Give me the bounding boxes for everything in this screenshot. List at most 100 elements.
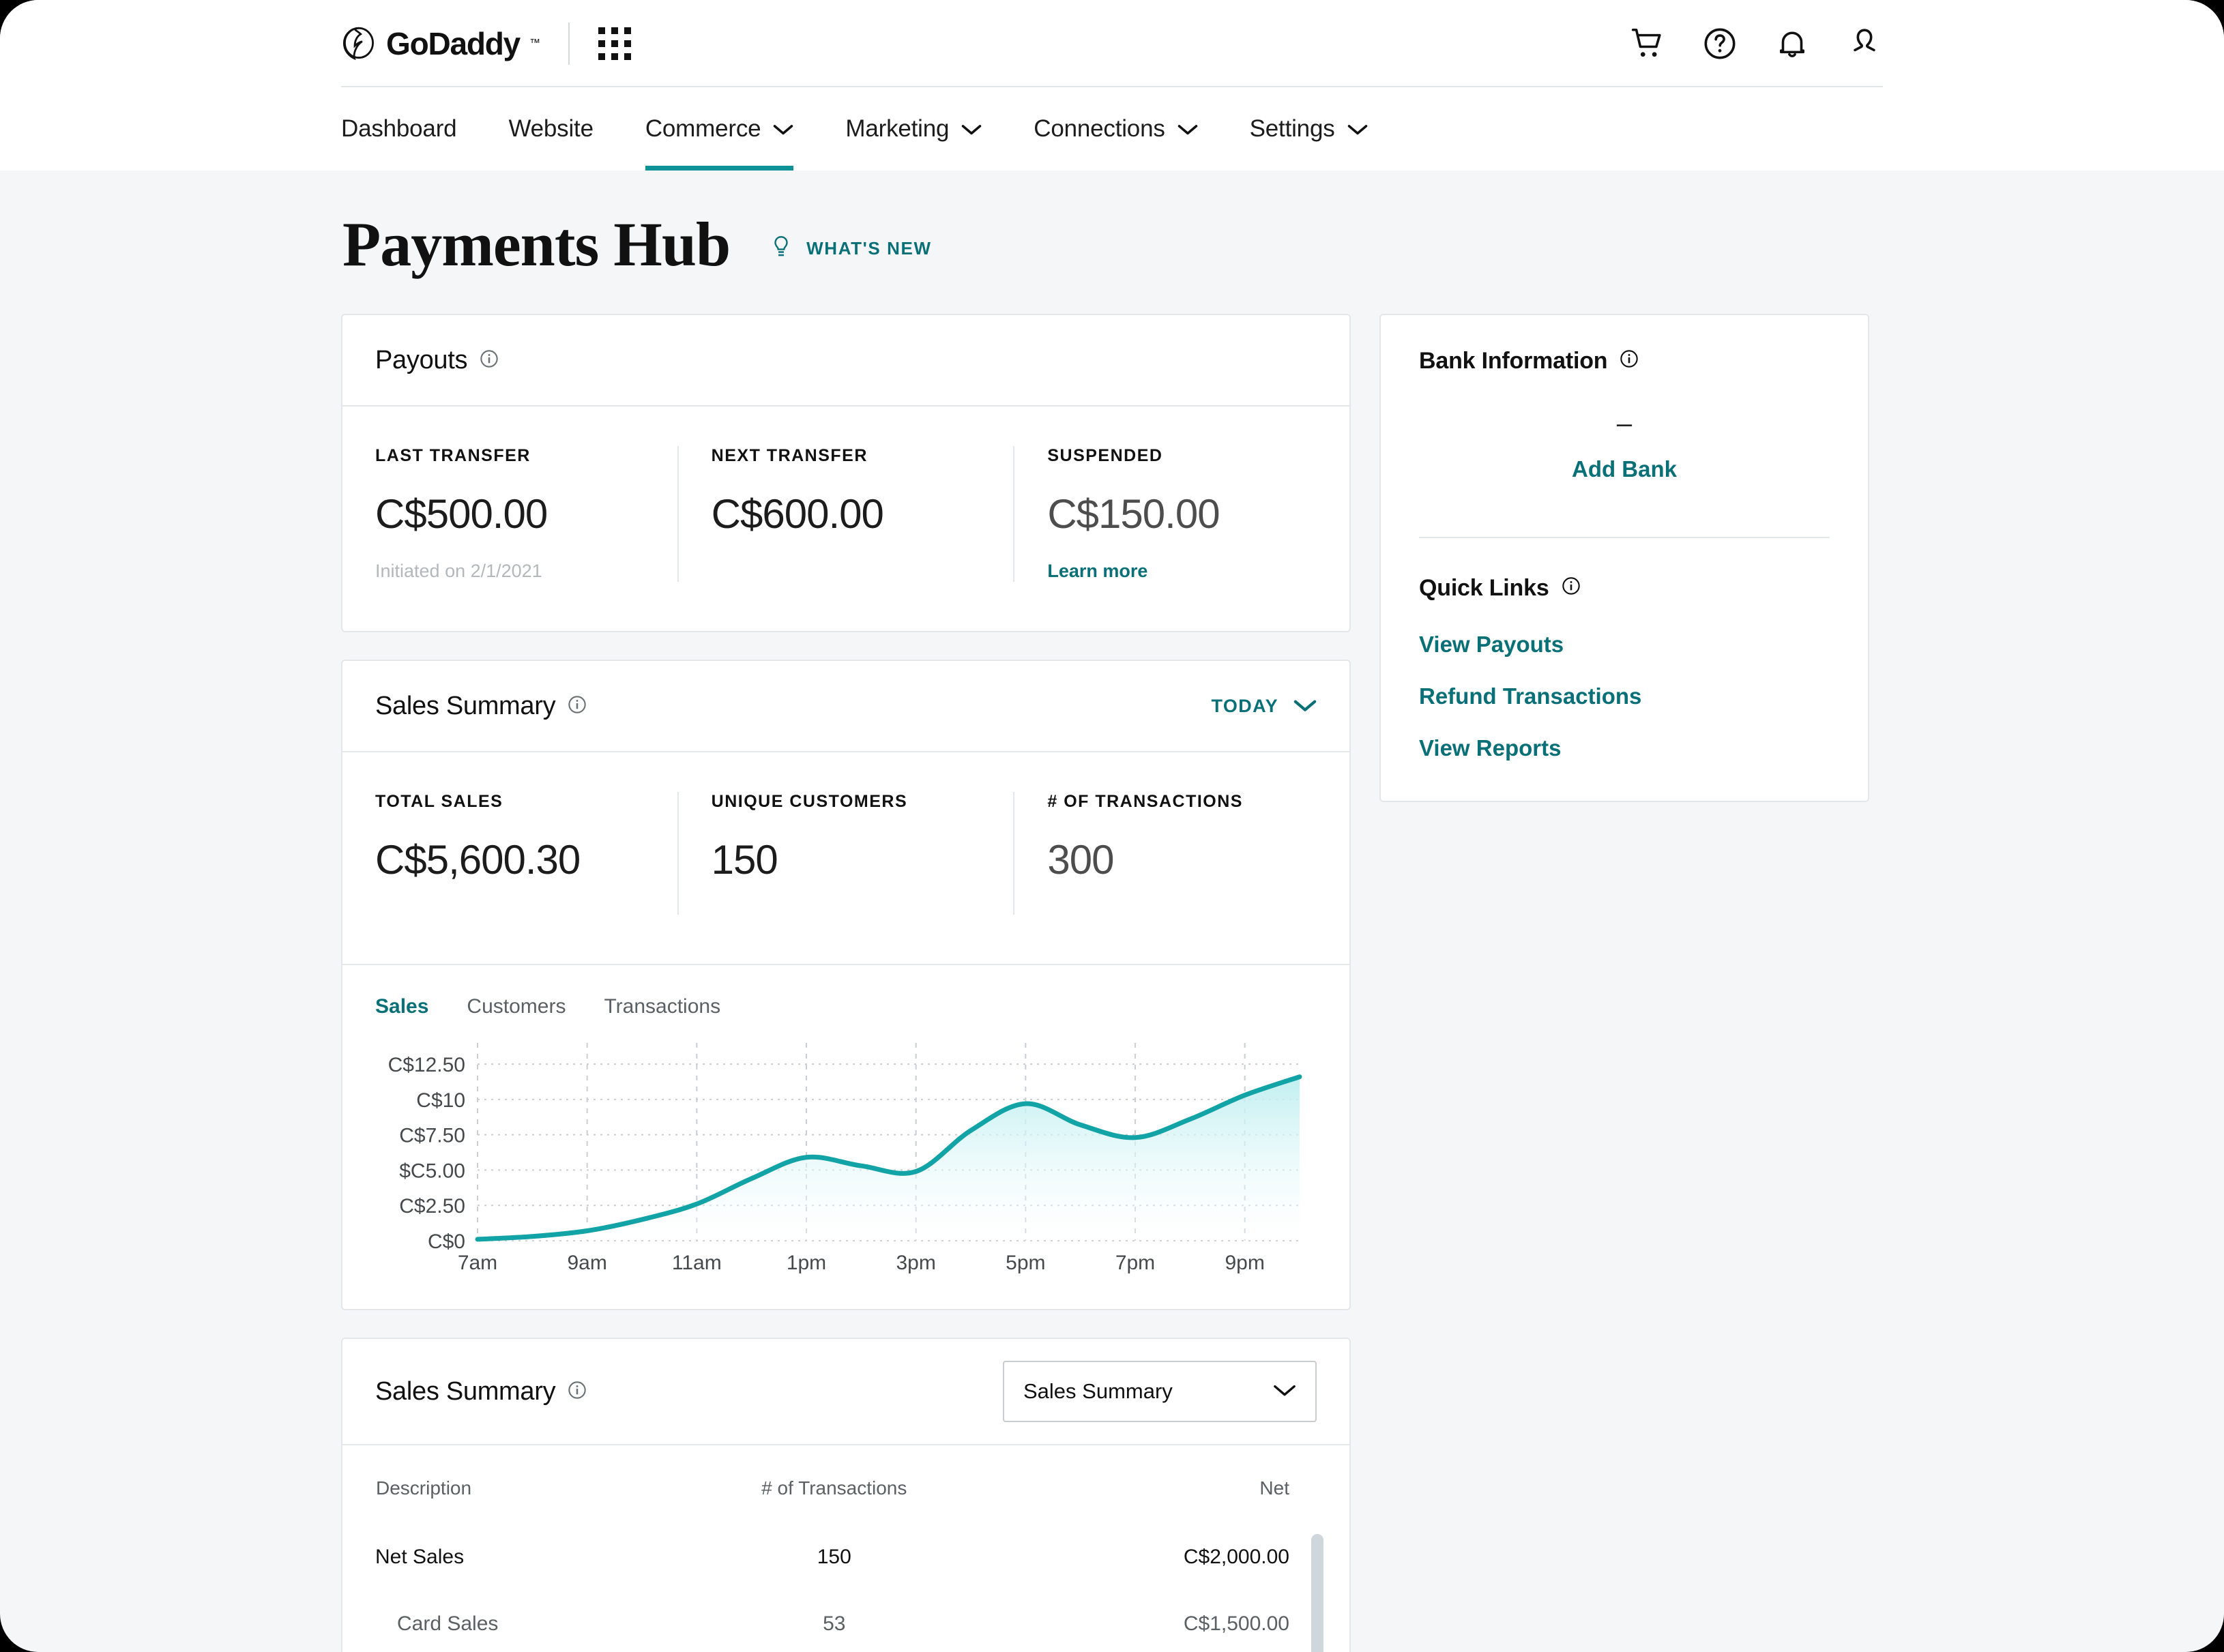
sales-summary-card: Sales Summary TODAY TOTAL SALES C$5,600.…: [341, 660, 1351, 1310]
nav-item-settings[interactable]: Settings: [1250, 87, 1368, 171]
learn-more-link[interactable]: Learn more: [1047, 561, 1317, 582]
bank-info-icon[interactable]: [1620, 348, 1639, 374]
sales-summary-table: Description # of Transactions Net Net Sale…: [375, 1477, 1317, 1652]
x-axis-tick-label: 7am: [458, 1252, 497, 1274]
chart-tab-transactions[interactable]: Transactions: [604, 995, 720, 1018]
bank-empty-state: – Add Bank: [1419, 374, 1830, 533]
help-icon[interactable]: [1701, 25, 1738, 62]
sales-stat: TOTAL SALES C$5,600.30: [342, 792, 677, 915]
stat-value: C$150.00: [1047, 491, 1220, 537]
stat-label: TOTAL SALES: [375, 792, 503, 811]
stat-value: 300: [1047, 837, 1114, 883]
quick-links-title-row: Quick Links: [1419, 575, 1830, 602]
sales-table-info-icon[interactable]: [568, 1381, 587, 1403]
brand-area: GoDaddy ™: [341, 23, 631, 65]
x-axis-tick-label: 5pm: [1006, 1252, 1045, 1274]
cell-transactions: 53: [823, 1612, 846, 1635]
stat-label: SUSPENDED: [1047, 446, 1163, 465]
quick-link-refund-transactions[interactable]: Refund Transactions: [1419, 683, 1830, 709]
nav-item-dashboard[interactable]: Dashboard: [341, 87, 457, 171]
y-axis-tick-label: C$0: [428, 1230, 465, 1253]
table-body: Net Sales 150 C$2,000.00 Card Sales 53 C$1,50…: [375, 1546, 1317, 1652]
stat-value: C$500.00: [375, 491, 548, 537]
stat-subtext: Initiated on 2/1/2021: [375, 561, 542, 581]
sales-stat: UNIQUE CUSTOMERS 150: [677, 792, 1014, 915]
bank-info-card: Bank Information – Add Bank Quick Links …: [1379, 314, 1869, 802]
godaddy-wordmark: GoDaddy: [386, 26, 521, 61]
bank-info-title: Bank Information: [1419, 348, 1608, 374]
sales-summary-table-card: Sales Summary Sales Summary Description …: [341, 1338, 1351, 1652]
chevron-down-icon: [961, 115, 982, 143]
chart-tab-customers[interactable]: Customers: [467, 995, 566, 1018]
chevron-down-icon: [1273, 1379, 1296, 1404]
payouts-card-header: Payouts: [342, 315, 1349, 407]
y-axis-tick-label: C$12.50: [388, 1054, 465, 1076]
payouts-stat: NEXT TRANSFER C$600.00: [677, 446, 1014, 582]
page-title: Payments Hub: [342, 209, 731, 279]
chart-area-fill: [478, 1076, 1300, 1241]
quick-link-view-reports[interactable]: View Reports: [1419, 735, 1830, 761]
quick-links-info-icon[interactable]: [1562, 575, 1581, 602]
x-axis-tick-label: 7pm: [1115, 1252, 1155, 1274]
sales-summary-card-header: Sales Summary TODAY: [342, 661, 1349, 752]
report-type-select[interactable]: Sales Summary: [1003, 1361, 1317, 1422]
sales-table-card-header: Sales Summary Sales Summary: [342, 1339, 1349, 1445]
sales-table-wrap: Description # of Transactions Net Net Sale…: [342, 1445, 1349, 1652]
payouts-card: Payouts LAST TRANSFER C$500.00 Initiated o…: [341, 314, 1351, 632]
y-axis-tick-label: C$7.50: [399, 1125, 465, 1147]
nav-item-label: Connections: [1034, 115, 1165, 142]
add-bank-link[interactable]: Add Bank: [1419, 456, 1830, 482]
y-axis-tick-label: C$2.50: [399, 1195, 465, 1218]
godaddy-heart-mark: [342, 27, 374, 61]
quick-link-view-payouts[interactable]: View Payouts: [1419, 632, 1830, 658]
sales-area-chart[interactable]: C$0 C$2.50 $C5.00 C$7.50 C$10 C$12.50 7am 9am 11…: [375, 1036, 1317, 1282]
payouts-stat: SUSPENDED C$150.00 Learn more: [1013, 446, 1349, 582]
table-col-header: Description: [376, 1477, 472, 1499]
cell-transactions: 150: [817, 1546, 851, 1568]
chart-tab-sales[interactable]: Sales: [375, 995, 428, 1018]
nav-item-label: Settings: [1249, 115, 1335, 142]
table-col-header: # of Transactions: [761, 1477, 907, 1499]
main-nav: Dashboard Website Commerce Marketing Connect…: [0, 87, 2224, 171]
whats-new-button[interactable]: WHAT'S NEW: [770, 235, 931, 262]
sales-summary-title: Sales Summary: [375, 691, 556, 720]
quick-links-title: Quick Links: [1419, 575, 1549, 601]
x-axis-tick-label: 9pm: [1225, 1252, 1264, 1274]
trademark-symbol: ™: [529, 38, 540, 49]
nav-item-marketing[interactable]: Marketing: [845, 87, 982, 171]
y-axis-tick-label: C$10: [416, 1089, 465, 1112]
top-bar: GoDaddy ™: [0, 0, 2224, 87]
nav-item-website[interactable]: Website: [508, 87, 594, 171]
table-row: Net Sales 150 C$2,000.00: [375, 1546, 1317, 1612]
bank-empty-dash: –: [1616, 409, 1633, 439]
nav-item-label: Commerce: [645, 115, 761, 142]
godaddy-logo[interactable]: GoDaddy ™: [341, 26, 540, 61]
app-grid-icon[interactable]: [598, 27, 631, 60]
cart-icon[interactable]: [1629, 25, 1666, 62]
report-type-value: Sales Summary: [1023, 1379, 1173, 1403]
date-range-dropdown[interactable]: TODAY: [1211, 696, 1317, 717]
nav-item-label: Dashboard: [341, 115, 457, 142]
nav-item-commerce[interactable]: Commerce: [645, 87, 794, 171]
stat-value: C$600.00: [711, 491, 884, 537]
side-column: Bank Information – Add Bank Quick Links …: [1379, 314, 1869, 802]
side-divider: [1419, 537, 1830, 538]
notifications-bell-icon[interactable]: [1774, 25, 1811, 62]
quick-links-list: View Payouts Refund Transactions View Repo…: [1419, 632, 1830, 761]
chart-tabs: Sales Customers Transactions: [375, 995, 1317, 1018]
sales-summary-info-icon[interactable]: [568, 695, 587, 718]
table-col-header: Net: [1259, 1477, 1289, 1499]
table-header-row: Description # of Transactions Net: [375, 1477, 1317, 1546]
brand-divider: [568, 23, 570, 65]
chevron-down-icon: [773, 115, 793, 143]
table-row: Card Sales 53 C$1,500.00: [375, 1612, 1317, 1652]
payouts-stat: LAST TRANSFER C$500.00 Initiated on 2/1/20…: [342, 446, 677, 582]
stat-label: NEXT TRANSFER: [711, 446, 868, 465]
lightbulb-icon: [774, 236, 788, 256]
whats-new-label: WHAT'S NEW: [806, 237, 932, 259]
table-scrollbar[interactable]: [1311, 1534, 1323, 1652]
account-avatar-icon[interactable]: [1846, 25, 1883, 62]
payouts-info-icon[interactable]: [480, 349, 499, 372]
bank-info-title-row: Bank Information: [1419, 348, 1830, 374]
nav-item-connections[interactable]: Connections: [1034, 87, 1197, 171]
